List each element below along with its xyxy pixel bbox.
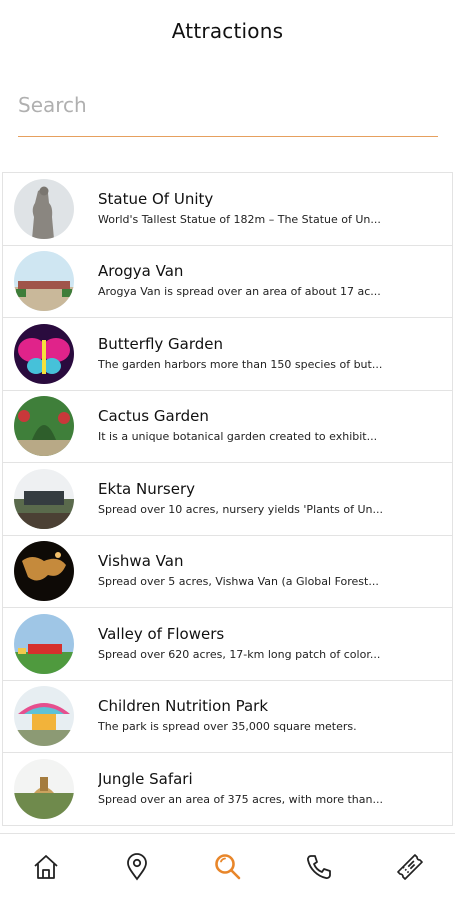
list-item[interactable]: Butterfly Garden The garden harbors more… — [2, 318, 453, 391]
tab-search[interactable] — [198, 837, 258, 897]
tab-tickets[interactable] — [380, 837, 440, 897]
attraction-thumbnail — [14, 468, 74, 529]
attraction-title: Statue Of Unity — [98, 189, 214, 208]
list-item[interactable]: Ekta Nursery Spread over 10 acres, nurse… — [2, 463, 453, 536]
search-icon — [214, 854, 240, 880]
list-item[interactable]: Arogya Van Arogya Van is spread over an … — [2, 245, 453, 318]
attraction-thumbnail — [14, 541, 74, 602]
attraction-thumbnail — [14, 613, 74, 674]
app-header: Attractions — [0, 0, 455, 62]
list-item[interactable]: Jungle Safari Spread over an area of 375… — [2, 753, 453, 826]
attraction-title: Butterfly Garden — [98, 334, 224, 353]
attraction-title: Ekta Nursery — [98, 479, 195, 498]
attraction-title: Children Nutrition Park — [98, 697, 269, 716]
attraction-description: Arogya Van is spread over an area of abo… — [98, 285, 381, 299]
bottom-tab-bar — [0, 833, 455, 900]
list-item[interactable]: Statue Of Unity World's Tallest Statue o… — [2, 173, 453, 246]
attraction-description: Spread over 620 acres, 17-km long patch … — [98, 647, 381, 661]
attraction-thumbnail — [14, 686, 74, 747]
attraction-thumbnail — [14, 396, 74, 457]
attraction-thumbnail — [14, 323, 74, 384]
attraction-thumbnail — [14, 758, 74, 819]
page-title: Attractions — [171, 19, 284, 43]
attraction-title: Cactus Garden — [98, 407, 209, 426]
phone-icon — [306, 855, 331, 879]
attraction-description: The garden harbors more than 150 species… — [98, 357, 383, 371]
attraction-description: The park is spread over 35,000 square me… — [98, 720, 357, 734]
attraction-title: Valley of Flowers — [98, 624, 225, 643]
attraction-description: Spread over 10 acres, nursery yields 'Pl… — [98, 502, 383, 516]
attraction-description: Spread over an area of 375 acres, with m… — [98, 792, 383, 806]
tab-location[interactable] — [107, 837, 167, 897]
attraction-description: It is a unique botanical garden created … — [98, 430, 378, 444]
ticket-icon — [396, 854, 423, 880]
attraction-thumbnail — [14, 178, 74, 239]
attraction-title: Jungle Safari — [98, 769, 193, 788]
home-icon — [33, 855, 58, 879]
attraction-description: Spread over 5 acres, Vishwa Van (a Globa… — [98, 575, 379, 589]
attraction-description: World's Tallest Statue of 182m – The Sta… — [98, 212, 381, 226]
tab-call[interactable] — [289, 837, 349, 897]
attractions-list[interactable]: Statue Of Unity World's Tallest Statue o… — [2, 172, 453, 833]
tab-home[interactable] — [16, 837, 76, 897]
attraction-title: Vishwa Van — [98, 552, 184, 571]
attraction-title: Arogya Van — [98, 262, 184, 281]
attraction-thumbnail — [14, 251, 74, 312]
location-pin-icon — [126, 853, 147, 881]
list-item[interactable]: Cactus Garden It is a unique botanical g… — [2, 390, 453, 463]
search-input[interactable] — [18, 86, 438, 124]
list-item[interactable]: Valley of Flowers Spread over 620 acres,… — [2, 608, 453, 681]
search-bar[interactable] — [18, 86, 438, 137]
list-item[interactable]: Vishwa Van Spread over 5 acres, Vishwa V… — [2, 535, 453, 608]
list-item[interactable]: Children Nutrition Park The park is spre… — [2, 680, 453, 753]
